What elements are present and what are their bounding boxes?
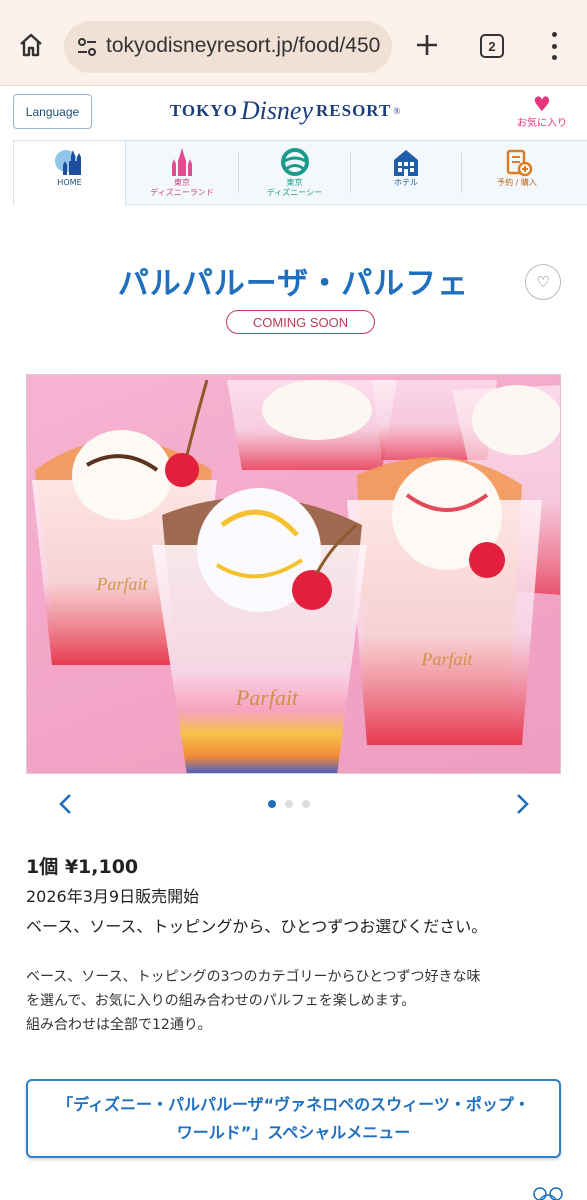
nav-tdl[interactable]: 東京 ディズニーランド [126,141,238,205]
nav-tds-label: 東京 ディズニーシー [266,178,323,197]
heart-outline-icon: ♡ [536,273,550,291]
aquasphere-icon [280,148,309,176]
heart-icon: ♥ [533,92,551,116]
tune-icon[interactable] [76,36,98,58]
browser-toolbar: tokyodisneyresort.jp/food/450 2 [0,0,587,86]
description-line: ベース、ソース、トッピングの3つのカテゴリーからひとつずつ好きな味 [26,969,481,985]
plus-icon[interactable] [412,30,442,60]
nav-tdl-label: 東京 ディズニーランド [150,178,214,197]
special-menu-link[interactable]: 「ディズニー・パルパルーザ“ヴァネロペのスウィーツ・ポップ・ワールド”」スペシャ… [26,1079,561,1158]
reservation-icon [506,149,533,177]
carousel-dot[interactable] [302,800,310,808]
carousel-next-icon[interactable] [510,792,534,816]
main-nav: HOME 東京 ディズニーランド 東京 ディズニーシー ホテル 予約 / 購入 [13,140,587,206]
description: ベース、ソース、トッピングの3つのカテゴリーからひとつずつ好きな味 を選んで、お… [26,965,556,1037]
description-line: を選んで、お気に入りの組み合わせのパルフェを楽しめます。 [26,993,416,1009]
url-text: tokyodisneyresort.jp/food/450 [106,34,381,57]
description-line: 組み合わせは全部で12通り。 [26,1017,212,1033]
nav-hotel[interactable]: ホテル [351,141,461,205]
nav-reservation[interactable]: 予約 / 購入 [462,141,572,205]
carousel-prev-icon[interactable] [54,792,78,816]
site-logo[interactable]: TOKYO Disney RESORT ® [160,94,410,128]
nav-home[interactable]: HOME [13,140,126,206]
status-badge: COMING SOON [226,310,375,334]
svg-text:Parfait: Parfait [420,649,473,669]
page-title: パルパルーザ・パルフェ [117,266,470,302]
svg-text:Parfait: Parfait [95,574,148,594]
nav-tds[interactable]: 東京 ディズニーシー [239,141,350,205]
tab-switcher-button[interactable]: 2 [480,34,504,58]
choose-instruction: ベース、ソース、トッピングから、ひとつずつお選びください。 [26,917,488,936]
nav-hotel-label: ホテル [394,178,418,187]
logo-part3: RESORT [316,101,392,120]
logo-reg: ® [393,106,401,116]
svg-text:Parfait: Parfait [235,685,299,710]
kebab-menu-icon[interactable] [549,32,559,60]
favorites-label: お気に入り [517,118,567,129]
carousel-dots [268,800,328,808]
castle-icon [172,148,192,176]
logo-part2: Disney [240,96,314,125]
hotel-icon [394,150,418,176]
mickey-icon [533,1186,563,1200]
parfait-illustration: Parfait Parfait Parfait [32,379,560,773]
parfait-photo: Parfait Parfait Parfait [26,374,561,774]
address-bar[interactable]: tokyodisneyresort.jp/food/450 [64,21,392,73]
nav-reservation-label: 予約 / 購入 [497,178,537,187]
nav-home-label: HOME [57,178,82,187]
site-header: Language TOKYO Disney RESORT ® ♥ お気に入り [0,86,587,138]
logo-part1: TOKYO [169,101,238,120]
sale-date: 2026年3月9日販売開始 [26,887,200,906]
carousel-dot[interactable] [268,800,276,808]
add-favorite-button[interactable]: ♡ [525,264,561,300]
castle-globe-icon [54,150,81,175]
price: 1個 ¥1,100 [26,856,139,878]
favorites-link[interactable]: ♥ お気に入り [509,94,575,134]
language-button[interactable]: Language [13,94,92,129]
carousel-dot[interactable] [285,800,293,808]
home-icon[interactable] [16,30,46,60]
